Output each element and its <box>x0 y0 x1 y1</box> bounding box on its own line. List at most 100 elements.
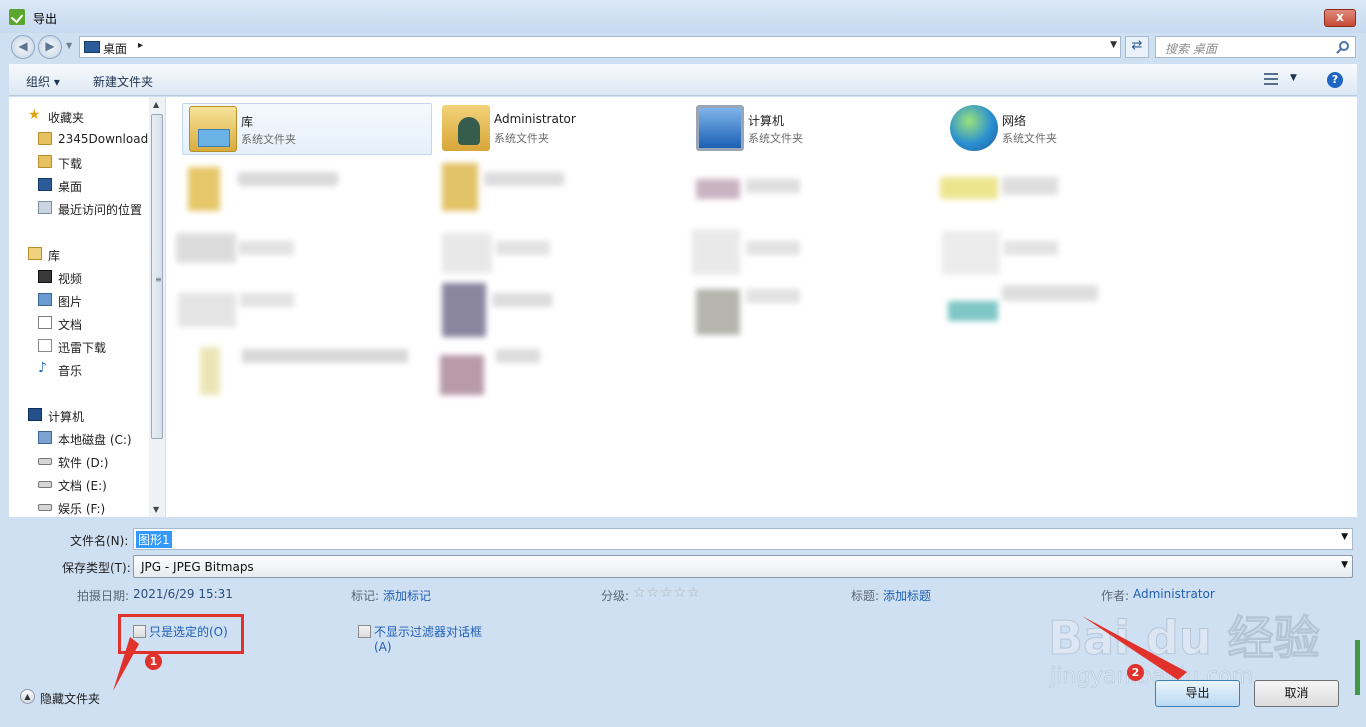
window-title: 导出 <box>33 12 58 26</box>
watermark-logo: Bai du 经验 <box>1048 611 1321 666</box>
list-item-computer[interactable]: 计算机 系统文件夹 <box>690 103 940 155</box>
item-type: 系统文件夹 <box>241 133 296 146</box>
sidebar-item-label: 本地磁盘 (C:) <box>58 433 132 447</box>
blurred-item-icon[interactable] <box>178 293 236 327</box>
document-library-icon <box>38 316 52 329</box>
date-taken-label: 拍摄日期: <box>77 589 130 603</box>
download-folder-icon <box>38 155 52 168</box>
list-item-library[interactable]: 库 系统文件夹 <box>182 103 432 155</box>
filetype-select[interactable]: JPG - JPEG Bitmaps ▼ <box>133 555 1353 578</box>
sidebar-item-label: 计算机 <box>48 410 85 424</box>
hide-folders-button[interactable]: 隐藏文件夹 <box>40 690 100 707</box>
blurred-item-label <box>746 241 800 255</box>
list-item-network[interactable]: 网络 系统文件夹 <box>944 103 1194 155</box>
sidebar-item-label: 音乐 <box>58 364 83 378</box>
recent-places-icon <box>38 201 52 214</box>
sidebar-item-label: 文档 (E:) <box>58 479 107 493</box>
sidebar-item-label: 最近访问的位置 <box>58 203 143 217</box>
blurred-item-icon[interactable] <box>692 229 740 275</box>
path-dropdown[interactable]: ▼ <box>1110 40 1117 50</box>
blurred-item-icon[interactable] <box>940 177 998 199</box>
sidebar-item-label: 娱乐 (F:) <box>58 502 106 516</box>
export-button[interactable]: 导出 <box>1155 680 1240 707</box>
sidebar-item-label: 迅雷下载 <box>58 341 107 355</box>
back-arrow-icon: ◀ <box>18 39 28 53</box>
blurred-item-icon[interactable] <box>942 231 1000 275</box>
blurred-item-label <box>484 172 564 186</box>
path-chevron-icon[interactable]: ▸ <box>138 40 143 51</box>
blurred-item-label <box>1002 285 1098 301</box>
add-tags-link[interactable]: 添加标记 <box>383 587 431 604</box>
sidebar-item-label: 软件 (D:) <box>58 456 109 470</box>
path-field[interactable]: 桌面 ▸ ▼ <box>79 36 1121 58</box>
organize-menu[interactable]: 组织 ▾ <box>26 73 60 90</box>
blurred-item-icon[interactable] <box>696 179 740 199</box>
blurred-item-label <box>238 172 338 186</box>
star-icon: ★ <box>28 107 41 123</box>
title-bar: 导出 x <box>0 0 1366 33</box>
recent-locations-dropdown[interactable]: ▼ <box>66 41 72 50</box>
help-icon[interactable]: ? <box>1327 72 1343 88</box>
blurred-item-icon[interactable] <box>176 233 236 263</box>
item-name: Administrator <box>494 112 576 126</box>
blurred-item-icon[interactable] <box>442 163 478 211</box>
blurred-item-label <box>240 293 294 307</box>
filename-value[interactable]: 图形1 <box>136 531 172 548</box>
search-icon[interactable] <box>1339 41 1349 51</box>
no-filter-dialog-accel[interactable]: (A) <box>374 640 392 654</box>
app-icon <box>9 9 25 25</box>
no-filter-dialog-checkbox[interactable] <box>358 625 371 638</box>
blurred-item-icon[interactable] <box>188 167 220 211</box>
refresh-button[interactable]: ⇄ <box>1125 36 1149 58</box>
forward-button[interactable]: ▶ <box>38 35 62 59</box>
new-folder-button[interactable]: 新建文件夹 <box>93 73 153 90</box>
grip-icon: ≡ <box>155 275 162 284</box>
file-list: 库 系统文件夹 Administrator 系统文件夹 计算机 系统文件夹 网络… <box>166 97 1357 517</box>
add-title-link[interactable]: 添加标题 <box>883 587 931 604</box>
network-icon <box>950 105 998 151</box>
scrollbar-thumb[interactable]: ≡ <box>151 114 163 439</box>
navigation-pane: ★ 收藏夹 2345Downloads 下载 桌面 最近访问的位置 库 视频 图… <box>9 97 165 517</box>
system-drive-icon <box>38 431 52 444</box>
navigation-scrollbar[interactable]: ▲ ≡ ▼ <box>149 97 165 517</box>
view-toggle-icon[interactable] <box>1264 73 1278 85</box>
blurred-item-label <box>496 349 540 363</box>
view-dropdown[interactable]: ▼ <box>1290 73 1297 83</box>
rating-label: 分级: <box>601 589 630 603</box>
cancel-button[interactable]: 取消 <box>1254 680 1339 707</box>
folder-icon <box>38 132 52 145</box>
step-badge-1: 1 <box>145 653 162 670</box>
filename-label: 文件名(N): <box>70 534 129 548</box>
blurred-item-icon[interactable] <box>948 301 998 321</box>
filename-input[interactable]: 图形1 ▼ <box>133 528 1353 550</box>
scroll-down-arrow-icon[interactable]: ▼ <box>153 505 159 514</box>
blurred-item-icon[interactable] <box>200 347 220 395</box>
picture-library-icon <box>38 293 52 306</box>
path-segment-desktop[interactable]: 桌面 <box>103 40 127 57</box>
rating-stars[interactable]: ☆☆☆☆☆ <box>633 585 701 601</box>
item-type: 系统文件夹 <box>748 132 803 145</box>
back-button[interactable]: ◀ <box>11 35 35 59</box>
search-placeholder: 搜索 桌面 <box>1165 42 1217 56</box>
author-value[interactable]: Administrator <box>1133 587 1215 601</box>
list-item-administrator[interactable]: Administrator 系统文件夹 <box>436 103 686 155</box>
library-icon <box>28 247 42 260</box>
search-input[interactable]: 搜索 桌面 <box>1155 36 1356 58</box>
step-badge-2: 2 <box>1127 664 1144 681</box>
blurred-item-label <box>242 349 408 363</box>
filename-dropdown[interactable]: ▼ <box>1341 532 1348 542</box>
refresh-icon: ⇄ <box>1131 38 1143 53</box>
drive-icon <box>38 458 52 465</box>
sidebar-item-label: 下载 <box>58 157 83 171</box>
chevron-down-icon: ▼ <box>1341 560 1348 570</box>
blurred-item-icon[interactable] <box>442 283 486 337</box>
collapse-up-icon[interactable]: ▲ <box>20 689 35 704</box>
blurred-item-icon[interactable] <box>442 233 492 273</box>
blurred-item-label <box>238 241 294 255</box>
no-filter-dialog-label[interactable]: 不显示过滤器对话框 <box>374 623 482 640</box>
scroll-up-arrow-icon[interactable]: ▲ <box>153 100 159 109</box>
blurred-item-icon[interactable] <box>696 289 740 335</box>
sidebar-item-label: 文档 <box>58 318 83 332</box>
close-button[interactable]: x <box>1324 9 1356 27</box>
blurred-item-icon[interactable] <box>440 355 484 395</box>
